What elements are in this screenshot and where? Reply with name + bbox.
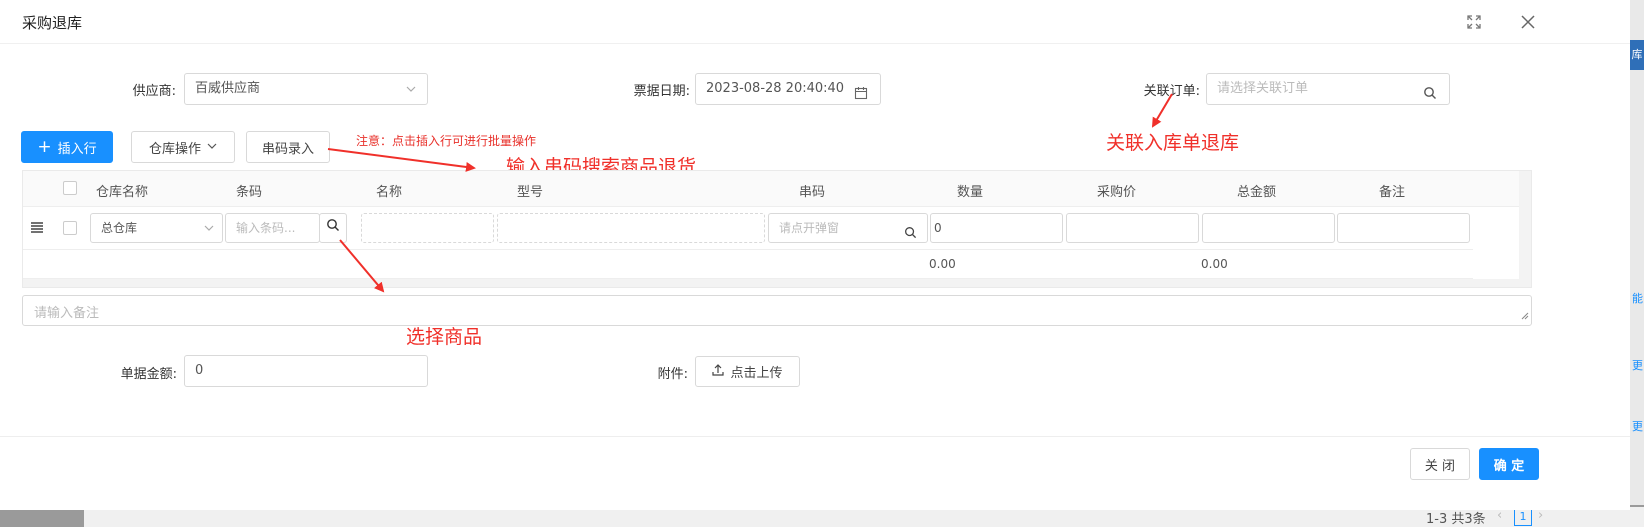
arrow-select-product — [339, 239, 385, 293]
background-pager-bar — [84, 507, 1644, 527]
annotation-arrows — [327, 93, 1173, 293]
background-side-tab: 库 — [1630, 40, 1644, 70]
pager-page-1[interactable]: 1 — [1514, 508, 1532, 526]
purchase-return-dialog: 采购退库 供应商: 百威供应商 票据日期: 2023-08-28 20:40:4… — [0, 0, 1630, 510]
background-page-right — [1630, 0, 1644, 527]
arrow-serial-search — [327, 148, 476, 172]
pager-prev-icon[interactable]: ‹ — [1497, 508, 1502, 523]
background-side-link-3: 更 — [1632, 420, 1643, 433]
arrow-linked-order — [1151, 93, 1173, 128]
background-side-link-1: 能 — [1632, 292, 1643, 305]
pager-next-icon[interactable]: › — [1538, 508, 1543, 523]
background-side-link-2: 更 — [1632, 359, 1643, 372]
pager-total: 1-3 共3条 — [1426, 512, 1486, 527]
